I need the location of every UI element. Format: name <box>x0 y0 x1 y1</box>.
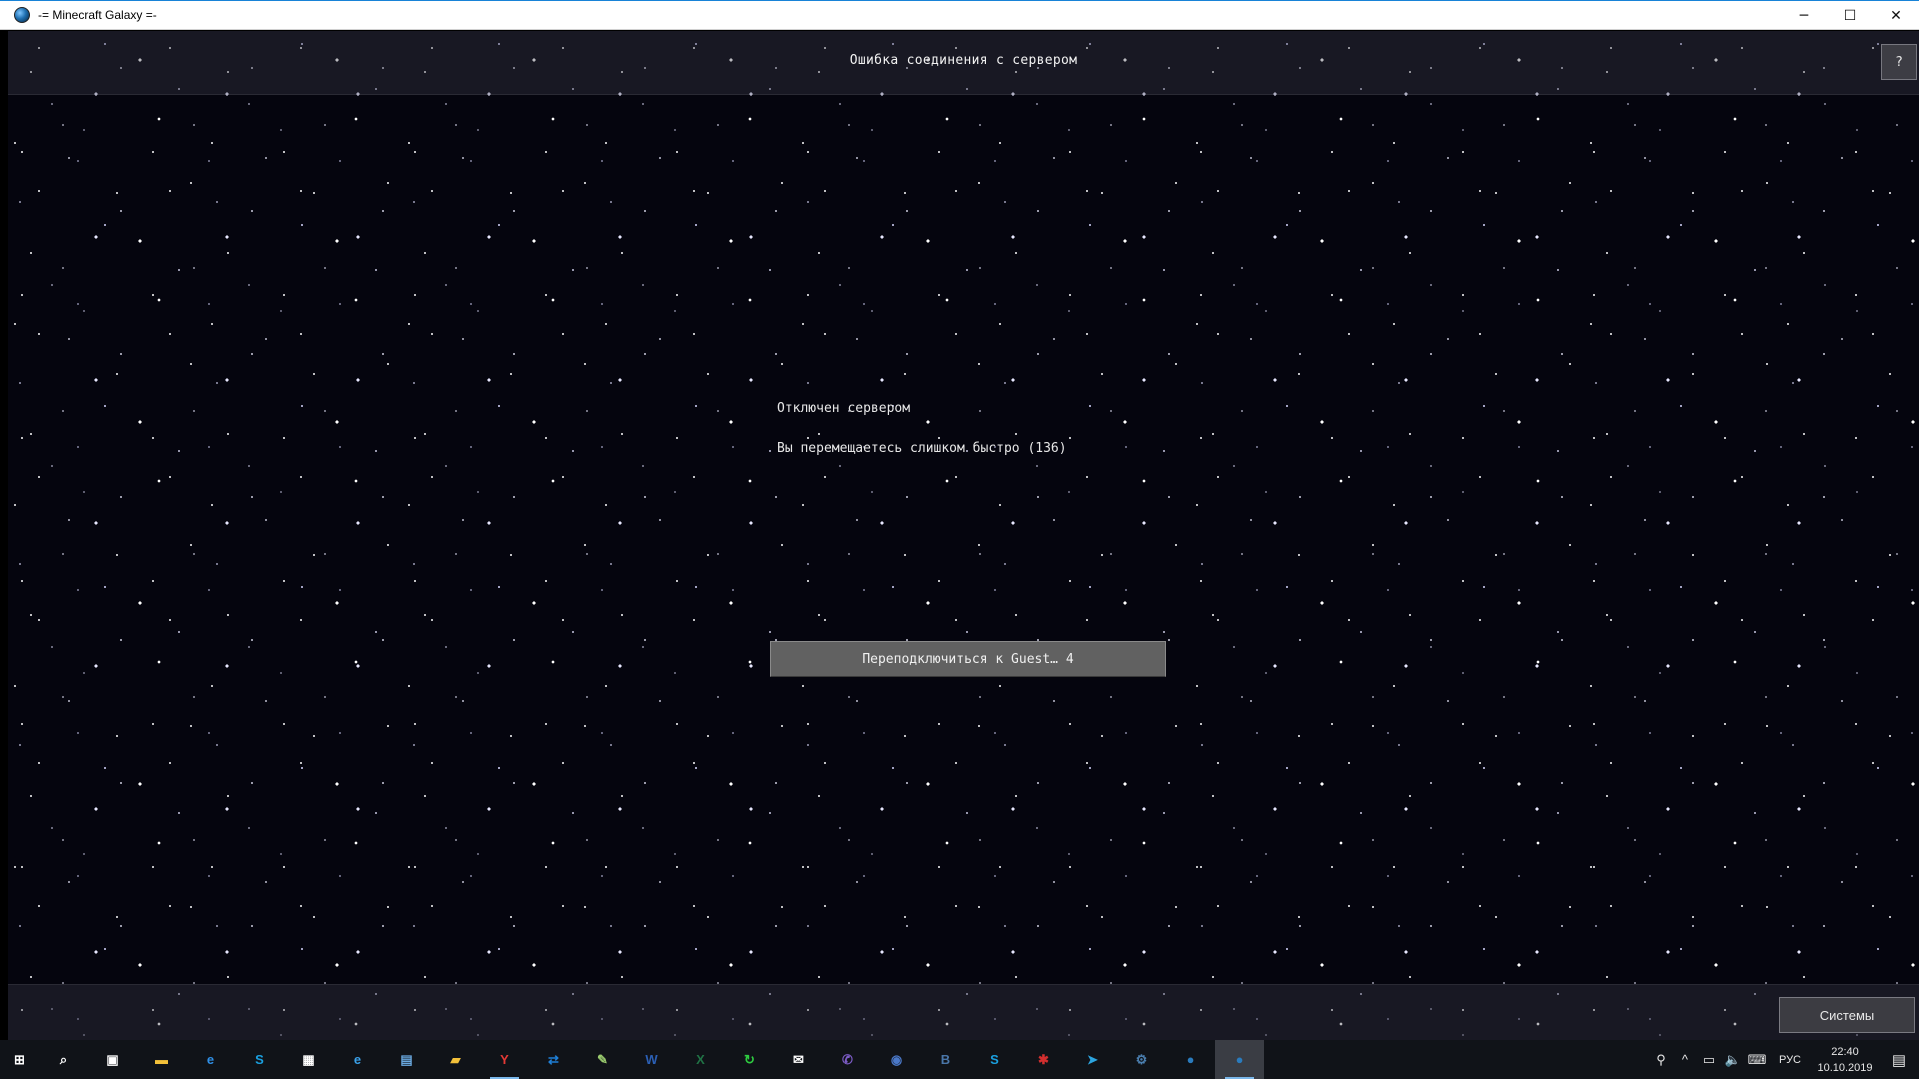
word-icon: W <box>645 1052 658 1067</box>
search-icon: ⌕ <box>59 1051 68 1067</box>
ie-icon: e <box>353 1052 362 1067</box>
maximize-button[interactable]: ☐ <box>1827 1 1873 30</box>
vk-icon: В <box>940 1052 951 1067</box>
folder-icon: ▰ <box>450 1051 461 1067</box>
refresh-app-icon: ↻ <box>744 1051 755 1067</box>
taskbar-item[interactable]: X <box>676 1040 725 1079</box>
taskbar-item[interactable]: В <box>921 1040 970 1079</box>
keyboard-icon[interactable]: ⌨ <box>1745 1052 1769 1068</box>
taskbar-item[interactable]: ✉ <box>774 1040 823 1079</box>
chevron-up-icon[interactable]: ^ <box>1673 1052 1697 1067</box>
taskbar-item[interactable]: ↻ <box>725 1040 774 1079</box>
taskbar-apps: ⊞ ⌕ ▣ ▬ e S ▦ e ▤ ▰ Y ⇄ ✎ W X ↻ ✉ ✆ ◉ В S ✱ ➤ ⚙ ● ● <box>0 1040 1264 1079</box>
taskbar-item[interactable]: ● <box>1166 1040 1215 1079</box>
minecraft-galaxy-icon: ● <box>1186 1052 1195 1067</box>
game-viewport: Ошибка соединения с сервером ? Отключен … <box>8 31 1919 1040</box>
teamviewer-icon: ⇄ <box>548 1051 559 1067</box>
systems-button[interactable]: Системы <box>1779 997 1915 1033</box>
store-icon: ▦ <box>302 1051 315 1067</box>
file-explorer-icon: ▬ <box>155 1052 168 1067</box>
taskbar-item[interactable]: ▦ <box>284 1040 333 1079</box>
viber-icon: ✆ <box>842 1051 853 1067</box>
taskbar-item[interactable]: ⌕ <box>39 1040 88 1079</box>
clock[interactable]: 22:40 10.10.2019 <box>1811 1044 1879 1076</box>
steam-icon: ⚙ <box>1135 1051 1148 1067</box>
game-header-bar: Ошибка соединения с сервером ? <box>8 31 1919 95</box>
minimize-button[interactable]: ─ <box>1781 1 1827 30</box>
reconnect-button[interactable]: Переподключиться к Guest… 4 <box>770 641 1166 677</box>
taskbar-item[interactable]: ▤ <box>382 1040 431 1079</box>
paint-icon: ✎ <box>597 1051 608 1067</box>
media-app-icon: ◉ <box>890 1051 903 1067</box>
taskbar-item[interactable]: ◉ <box>872 1040 921 1079</box>
taskbar-item[interactable]: S <box>235 1040 284 1079</box>
page-title: Ошибка соединения с сервером <box>849 53 1078 68</box>
yandex-browser-icon: Y <box>500 1052 509 1067</box>
task-view-icon: ▣ <box>106 1051 119 1067</box>
windows-taskbar: ⊞ ⌕ ▣ ▬ e S ▦ e ▤ ▰ Y ⇄ ✎ W X ↻ ✉ ✆ ◉ В S ✱ ➤ ⚙ ● ● ⚲ ^ ▭ 🔈 ⌨ РУС… <box>0 1040 1919 1079</box>
taskbar-item[interactable]: ⚙ <box>1117 1040 1166 1079</box>
disconnect-title: Отключен сервером <box>777 401 911 416</box>
notifications-icon[interactable]: ▤ <box>1879 1051 1919 1069</box>
taskbar-item[interactable]: e <box>186 1040 235 1079</box>
help-button[interactable]: ? <box>1881 44 1917 80</box>
taskbar-item[interactable]: ▬ <box>137 1040 186 1079</box>
control-panel-icon: ▤ <box>400 1051 413 1067</box>
taskbar-item[interactable]: ▣ <box>88 1040 137 1079</box>
mail-icon: ✉ <box>793 1051 804 1067</box>
skype-2-icon: S <box>990 1052 999 1067</box>
taskbar-item[interactable]: S <box>970 1040 1019 1079</box>
excel-icon: X <box>696 1052 705 1067</box>
clock-date: 10.10.2019 <box>1817 1061 1873 1074</box>
taskbar-item[interactable]: W <box>627 1040 676 1079</box>
taskbar-item[interactable]: ➤ <box>1068 1040 1117 1079</box>
window-title-bar: -= Minecraft Galaxy =- ─ ☐ ✕ <box>0 0 1919 30</box>
game-footer-bar: Системы <box>8 984 1919 1040</box>
telegram-icon: ➤ <box>1087 1051 1098 1067</box>
start-icon: ⊞ <box>14 1051 25 1067</box>
taskbar-item[interactable]: ✎ <box>578 1040 627 1079</box>
taskbar-item[interactable]: ▰ <box>431 1040 480 1079</box>
minecraft-galaxy-app-icon <box>14 7 30 23</box>
clock-time: 22:40 <box>1831 1045 1859 1058</box>
taskbar-item[interactable]: Y <box>480 1040 529 1079</box>
window-title: -= Minecraft Galaxy =- <box>38 8 157 22</box>
minecraft-galaxy-active-icon: ● <box>1235 1052 1244 1067</box>
taskbar-item[interactable]: ✆ <box>823 1040 872 1079</box>
taskbar-item[interactable]: ● <box>1215 1040 1264 1079</box>
system-tray: ⚲ ^ ▭ 🔈 ⌨ РУС 22:40 10.10.2019 ▤ <box>1649 1040 1919 1079</box>
taskbar-item[interactable]: ✱ <box>1019 1040 1068 1079</box>
taskbar-item[interactable]: e <box>333 1040 382 1079</box>
language-indicator[interactable]: РУС <box>1769 1054 1811 1066</box>
close-button[interactable]: ✕ <box>1873 1 1919 30</box>
volume-icon[interactable]: 🔈 <box>1721 1052 1745 1068</box>
window-controls: ─ ☐ ✕ <box>1781 1 1919 30</box>
edge-icon: e <box>206 1052 215 1067</box>
people-icon[interactable]: ⚲ <box>1649 1052 1673 1068</box>
disconnect-reason: Вы перемещаетесь слишком быстро (136) <box>777 441 1067 456</box>
skype-icon: S <box>255 1052 264 1067</box>
network-icon[interactable]: ▭ <box>1697 1052 1721 1068</box>
antivirus-icon: ✱ <box>1038 1051 1049 1067</box>
taskbar-item[interactable]: ⇄ <box>529 1040 578 1079</box>
taskbar-item[interactable]: ⊞ <box>0 1040 39 1079</box>
